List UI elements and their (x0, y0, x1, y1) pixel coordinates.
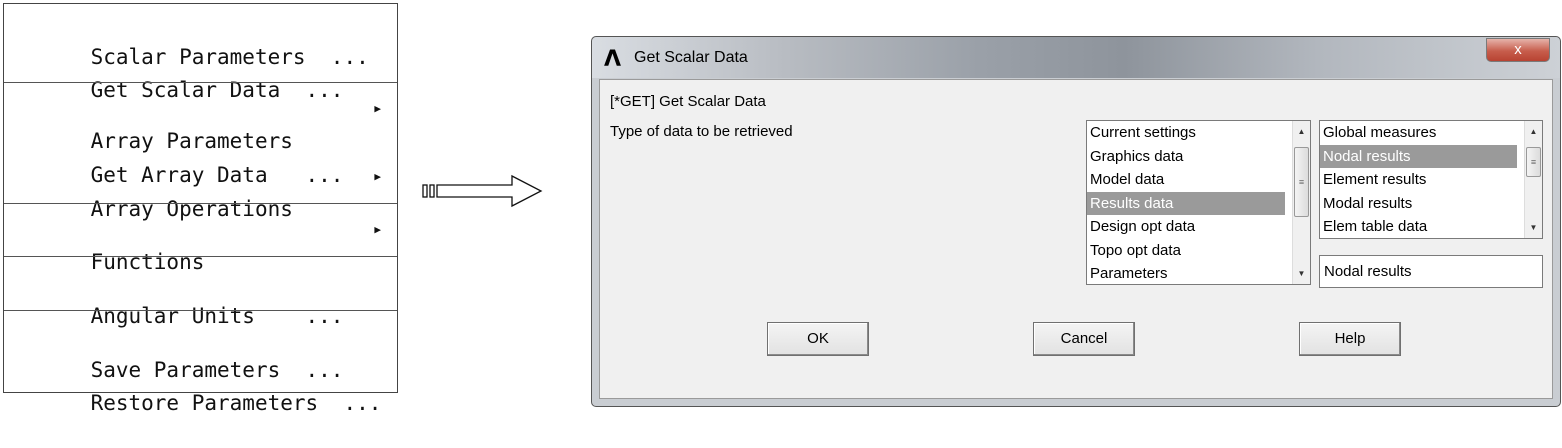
scroll-down-icon[interactable]: ▼ (1525, 219, 1542, 236)
submenu-arrow-icon: ▶ (374, 223, 381, 236)
cancel-button[interactable]: Cancel (1033, 322, 1135, 356)
grip-icon: ≡ (1530, 157, 1537, 167)
ok-button-label: OK (807, 330, 829, 347)
submenu-arrow-icon: ▶ (374, 170, 381, 183)
parameters-menu: Scalar Parameters ... Get Scalar Data ..… (3, 3, 398, 415)
close-button[interactable]: x (1486, 38, 1550, 62)
scroll-thumb[interactable]: ≡ (1294, 147, 1309, 217)
selection-field[interactable]: Nodal results (1319, 255, 1543, 288)
selection-field-value: Nodal results (1324, 263, 1412, 280)
help-button[interactable]: Help (1299, 322, 1401, 356)
ansys-logo-icon: Λ (604, 47, 622, 72)
list-item[interactable]: Topo opt data (1087, 239, 1310, 263)
data-type-listbox[interactable]: Current settings Graphics data Model dat… (1086, 120, 1311, 285)
menu-separator (4, 82, 397, 83)
list-item[interactable]: Model data (1087, 168, 1310, 192)
vertical-scrollbar[interactable]: ▲ ≡ ▼ (1292, 121, 1310, 284)
vertical-scrollbar[interactable]: ▲ ≡ ▼ (1524, 121, 1542, 238)
dialog-title: Get Scalar Data (634, 49, 748, 66)
list-item-selected[interactable]: Nodal results (1320, 144, 1517, 168)
get-scalar-data-dialog: Λ Get Scalar Data x [*GET] Get Scalar Da… (591, 36, 1561, 407)
right-arrow-icon (422, 174, 543, 208)
dialog-titlebar[interactable]: Λ Get Scalar Data x (592, 37, 1560, 78)
menu-item-get-array-data[interactable]: Get Array Data ... (40, 130, 387, 187)
list-item[interactable]: Parameters (1087, 262, 1310, 286)
list-item[interactable]: Global measures (1320, 121, 1542, 145)
menu-item-array-parameters[interactable]: Array Parameters ▶ (40, 96, 387, 153)
scroll-down-icon[interactable]: ▼ (1293, 265, 1310, 282)
help-button-label: Help (1334, 330, 1366, 347)
prompt-label: Type of data to be retrieved (610, 123, 793, 140)
menu-item-scalar-parameters[interactable]: Scalar Parameters ... (40, 12, 387, 69)
list-item[interactable]: Element results (1320, 168, 1542, 192)
menu-item-get-scalar-data[interactable]: Get Scalar Data ... (40, 45, 387, 102)
scroll-up-icon[interactable]: ▲ (1293, 123, 1310, 140)
list-item[interactable]: Current settings (1087, 121, 1310, 145)
submenu-arrow-icon: ▶ (374, 102, 381, 115)
list-item-selected[interactable]: Results data (1087, 191, 1285, 215)
dialog-body: [*GET] Get Scalar Data Type of data to b… (599, 79, 1553, 399)
menu-separator (4, 256, 397, 257)
cancel-button-label: Cancel (1060, 330, 1108, 347)
list-item[interactable]: Graphics data (1087, 145, 1310, 169)
list-item[interactable]: Design opt data (1087, 215, 1310, 239)
menu-item-array-operations[interactable]: Array Operations ▶ (40, 164, 387, 221)
menu-item-functions[interactable]: Functions ▶ (40, 217, 387, 274)
command-label: [*GET] Get Scalar Data (610, 93, 766, 110)
grip-icon: ≡ (1298, 177, 1305, 187)
scroll-thumb[interactable]: ≡ (1526, 147, 1541, 177)
menu-item-angular-units[interactable]: Angular Units ... (40, 271, 387, 328)
list-item[interactable]: Modal results (1320, 192, 1542, 216)
close-icon: x (1514, 41, 1522, 58)
list-item[interactable]: Elem table data (1320, 215, 1542, 239)
ok-button[interactable]: OK (767, 322, 869, 356)
menu-item-save-parameters[interactable]: Save Parameters ... (40, 325, 387, 382)
scroll-up-icon[interactable]: ▲ (1525, 123, 1542, 140)
menu-separator (4, 310, 397, 311)
result-type-listbox[interactable]: Global measures Nodal results Element re… (1319, 120, 1543, 239)
menu-separator (4, 203, 397, 204)
menu-item-label: Restore Parameters ... (90, 391, 382, 415)
menu-item-restore-parameters[interactable]: Restore Parameters ... (40, 358, 387, 415)
